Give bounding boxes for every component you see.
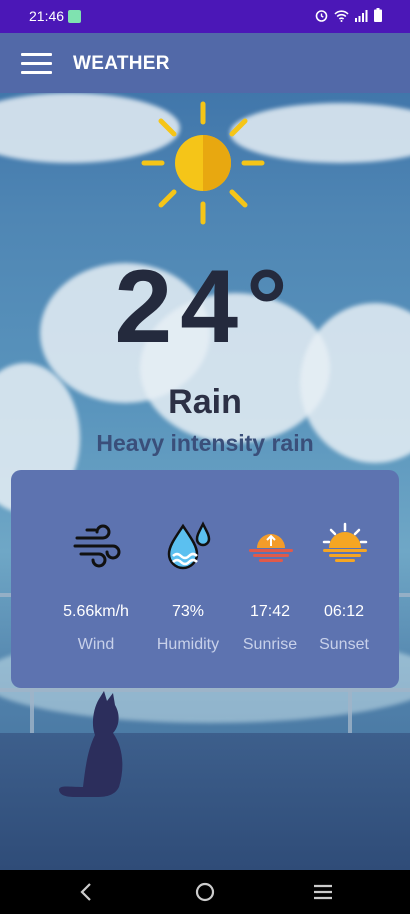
app-bar: WEATHER	[0, 33, 410, 93]
humidity-value: 73%	[171, 603, 205, 620]
sun-icon	[141, 101, 265, 225]
wifi-icon	[334, 9, 349, 27]
humidity-icon	[167, 521, 211, 570]
weather-details-card: 5.66km/h Wind 73% Humidity 17:42 Sunrise	[11, 470, 399, 688]
weather-description: Heavy intensity rain	[96, 430, 314, 456]
system-navigation-bar	[0, 870, 410, 914]
sunset-label: Sunset	[319, 636, 369, 653]
notification-app-icon	[68, 10, 81, 23]
temperature: 24°	[114, 249, 296, 365]
humidity-label: Humidity	[156, 636, 220, 653]
status-bar: 21:46	[0, 0, 410, 33]
hamburger-menu-icon[interactable]	[21, 53, 52, 75]
alarm-icon	[315, 9, 328, 27]
wind-icon	[73, 524, 121, 568]
sunrise-icon	[249, 534, 293, 562]
back-icon[interactable]	[75, 880, 99, 904]
battery-icon	[374, 8, 382, 27]
wind-value: 5.66km/h	[63, 603, 129, 620]
signal-icon	[355, 9, 368, 27]
cat-silhouette-icon	[59, 691, 123, 797]
recent-apps-icon[interactable]	[311, 880, 335, 904]
app-title: WEATHER	[73, 53, 170, 74]
sunset-value: 06:12	[323, 603, 365, 620]
home-icon[interactable]	[193, 880, 217, 904]
wind-label: Wind	[77, 636, 115, 653]
sunset-icon	[322, 522, 368, 562]
status-time: 21:46	[29, 8, 65, 24]
status-icons	[315, 8, 382, 27]
weather-condition: Rain	[168, 383, 242, 421]
